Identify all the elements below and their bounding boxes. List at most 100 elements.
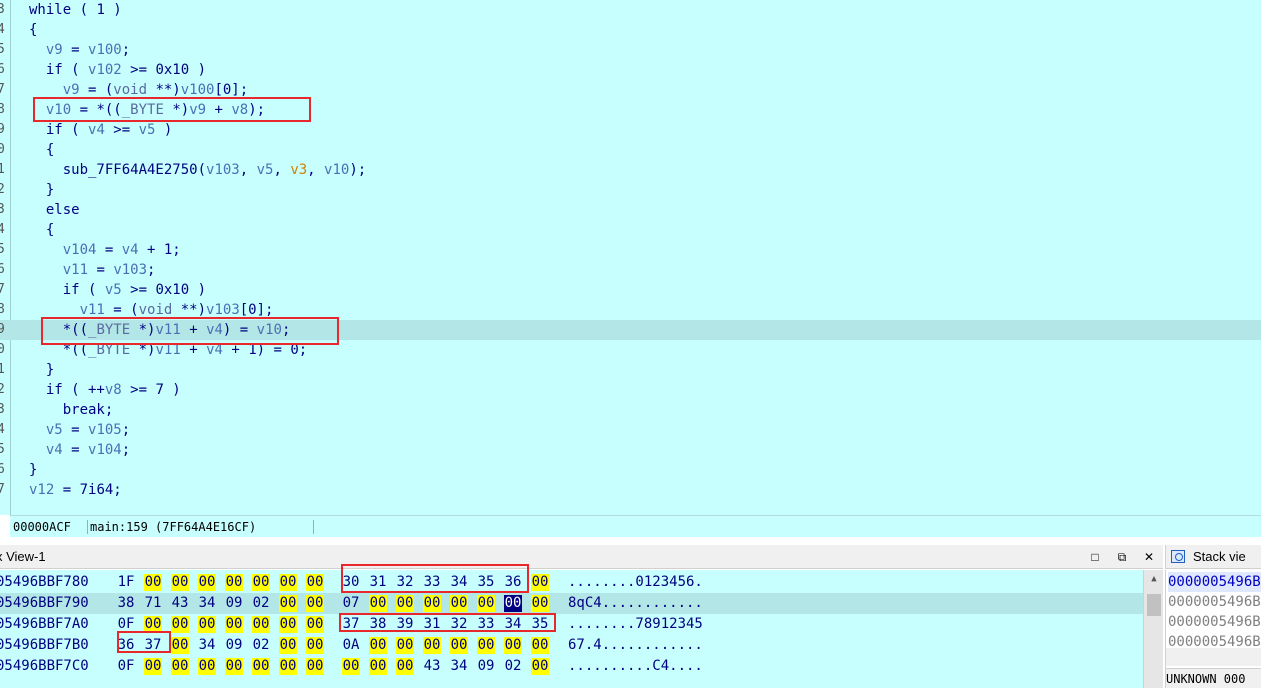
code-line[interactable]: 8 v11 = (void **)v103[0]; (0, 300, 1261, 320)
hex-byte[interactable]: 00 (171, 574, 189, 591)
code-text[interactable]: sub_7FF64A4E2750(v103, v5, v3, v10); (29, 160, 366, 180)
hex-byte[interactable]: 02 (504, 658, 522, 675)
stack-view-titlebar[interactable]: Stack vie (1165, 545, 1261, 569)
hex-byte[interactable]: 0F (117, 616, 135, 633)
scroll-thumb[interactable] (1147, 594, 1161, 616)
pseudocode-view[interactable]: 3 while ( 1 ) 4{5 v9 = v100; 6 if ( v102 >=… (0, 0, 1261, 515)
hex-byte[interactable]: 00 (279, 637, 297, 654)
hex-byte[interactable]: 0A (342, 637, 360, 654)
code-line[interactable]: 5 v4 = v104; (0, 440, 1261, 460)
code-line[interactable]: 3 break; (0, 400, 1261, 420)
stack-row[interactable]: 0000005496B (1168, 612, 1261, 632)
code-text[interactable]: if ( v5 >= 0x10 ) (29, 280, 206, 300)
code-line[interactable]: 6 if ( v102 >= 0x10 ) (0, 60, 1261, 80)
hex-byte[interactable]: 00 (171, 616, 189, 633)
hex-byte[interactable]: 43 (171, 595, 189, 612)
hex-byte[interactable]: 00 (144, 574, 162, 591)
hex-byte[interactable]: 09 (225, 595, 243, 612)
hex-byte[interactable]: 00 (279, 658, 297, 675)
code-text[interactable]: break; (29, 400, 114, 420)
hex-byte[interactable]: 00 (279, 616, 297, 633)
code-text[interactable]: v11 = (void **)v103[0]; (29, 300, 274, 320)
hex-byte[interactable]: 33 (477, 616, 495, 633)
hex-byte[interactable]: 09 (477, 658, 495, 675)
code-text[interactable]: v5 = v105; (29, 420, 130, 440)
hex-byte[interactable]: 00 (252, 616, 270, 633)
float-window-icon[interactable]: ⧉ (1114, 549, 1130, 565)
hex-byte[interactable]: 38 (369, 616, 387, 633)
code-text[interactable]: v12 = 7i64; (29, 480, 122, 500)
code-line[interactable]: 2 if ( ++v8 >= 7 ) (0, 380, 1261, 400)
hex-view[interactable]: 05496BBF780 1F 00 00 00 00 00 00 00 30 31 32 33 34 35 3… (0, 570, 1143, 688)
code-text[interactable]: } (29, 460, 37, 480)
hex-byte[interactable]: 00 (342, 658, 360, 675)
hex-byte[interactable]: 07 (342, 595, 360, 612)
hex-byte[interactable]: 37 (144, 637, 162, 654)
code-line[interactable]: 6 v11 = v103; (0, 260, 1261, 280)
hex-byte[interactable]: 33 (423, 574, 441, 591)
hex-byte[interactable]: 00 (279, 574, 297, 591)
code-line[interactable]: 2 } (0, 180, 1261, 200)
hex-row[interactable]: 05496BBF780 1F 00 00 00 00 00 00 00 30 31 32 33 34 35 3… (0, 572, 1143, 593)
stack-row[interactable]: 0000005496B (1168, 572, 1261, 592)
code-line[interactable]: 5 v104 = v4 + 1; (0, 240, 1261, 260)
hex-byte[interactable]: 00 (504, 595, 522, 612)
code-text[interactable]: while ( 1 ) (29, 0, 122, 20)
code-text[interactable]: } (29, 360, 54, 380)
hex-byte[interactable]: 00 (144, 658, 162, 675)
hex-byte[interactable]: 00 (396, 658, 414, 675)
hex-byte[interactable]: 36 (504, 574, 522, 591)
code-line[interactable]: 4 v5 = v105; (0, 420, 1261, 440)
code-line[interactable]: 3 while ( 1 ) (0, 0, 1261, 20)
hex-byte[interactable]: 00 (306, 574, 324, 591)
hex-row[interactable]: 05496BBF7A0 0F 00 00 00 00 00 00 00 37 38 39 31 32 33 3… (0, 614, 1143, 635)
hex-row[interactable]: 05496BBF790 38 71 43 34 09 02 00 00 07 00 00 00 00 00 0… (0, 593, 1143, 614)
code-line[interactable]: 5 v9 = v100; (0, 40, 1261, 60)
code-text[interactable]: { (29, 140, 54, 160)
hex-byte[interactable]: 35 (477, 574, 495, 591)
hex-byte[interactable]: 34 (450, 658, 468, 675)
hex-byte[interactable]: 00 (198, 574, 216, 591)
code-text[interactable]: if ( v102 >= 0x10 ) (29, 60, 206, 80)
hex-byte[interactable]: 00 (396, 637, 414, 654)
code-text[interactable]: v10 = *((_BYTE *)v9 + v8); (29, 100, 265, 120)
hex-byte[interactable]: 00 (144, 616, 162, 633)
code-line[interactable]: 0 *((_BYTE *)v11 + v4 + 1) = 0; (0, 340, 1261, 360)
hex-byte[interactable]: 02 (252, 595, 270, 612)
hex-byte[interactable]: 00 (252, 658, 270, 675)
hex-view-titlebar[interactable]: x View-1 □ ⧉ ✕ (0, 545, 1163, 569)
hex-byte[interactable]: 00 (306, 658, 324, 675)
hex-byte[interactable]: 35 (531, 616, 549, 633)
code-line[interactable]: 7 v12 = 7i64; (0, 480, 1261, 500)
hex-byte[interactable]: 00 (369, 595, 387, 612)
hex-byte[interactable]: 02 (252, 637, 270, 654)
code-line[interactable]: 7 v9 = (void **)v100[0]; (0, 80, 1261, 100)
hex-byte[interactable]: 00 (477, 637, 495, 654)
hex-byte[interactable]: 00 (477, 595, 495, 612)
hex-byte[interactable]: 34 (504, 616, 522, 633)
hex-byte[interactable]: 32 (396, 574, 414, 591)
code-text[interactable]: v11 = v103; (29, 260, 156, 280)
hex-byte[interactable]: 00 (306, 595, 324, 612)
hex-byte[interactable]: 37 (342, 616, 360, 633)
hex-byte[interactable]: 00 (423, 595, 441, 612)
code-line[interactable]: 4{ (0, 20, 1261, 40)
hex-byte[interactable]: 09 (225, 637, 243, 654)
hex-byte[interactable]: 71 (144, 595, 162, 612)
code-text[interactable]: v104 = v4 + 1; (29, 240, 181, 260)
hex-byte[interactable]: 00 (306, 637, 324, 654)
hex-byte[interactable]: 1F (117, 574, 135, 591)
code-text[interactable]: v4 = v104; (29, 440, 130, 460)
hex-byte[interactable]: 00 (450, 637, 468, 654)
code-text[interactable]: } (29, 180, 54, 200)
hex-byte[interactable]: 00 (369, 658, 387, 675)
hex-byte[interactable]: 39 (396, 616, 414, 633)
code-text[interactable]: *((_BYTE *)v11 + v4 + 1) = 0; (29, 340, 308, 360)
code-text[interactable]: { (29, 220, 54, 240)
hex-byte[interactable]: 00 (252, 574, 270, 591)
code-line[interactable]: 4 { (0, 220, 1261, 240)
code-line[interactable]: 1 } (0, 360, 1261, 380)
hex-row[interactable]: 05496BBF7B0 36 37 00 34 09 02 00 00 0A 00 00 00 00 00 0… (0, 635, 1143, 656)
code-line[interactable]: 7 if ( v5 >= 0x10 ) (0, 280, 1261, 300)
maximize-icon[interactable]: □ (1087, 549, 1103, 565)
